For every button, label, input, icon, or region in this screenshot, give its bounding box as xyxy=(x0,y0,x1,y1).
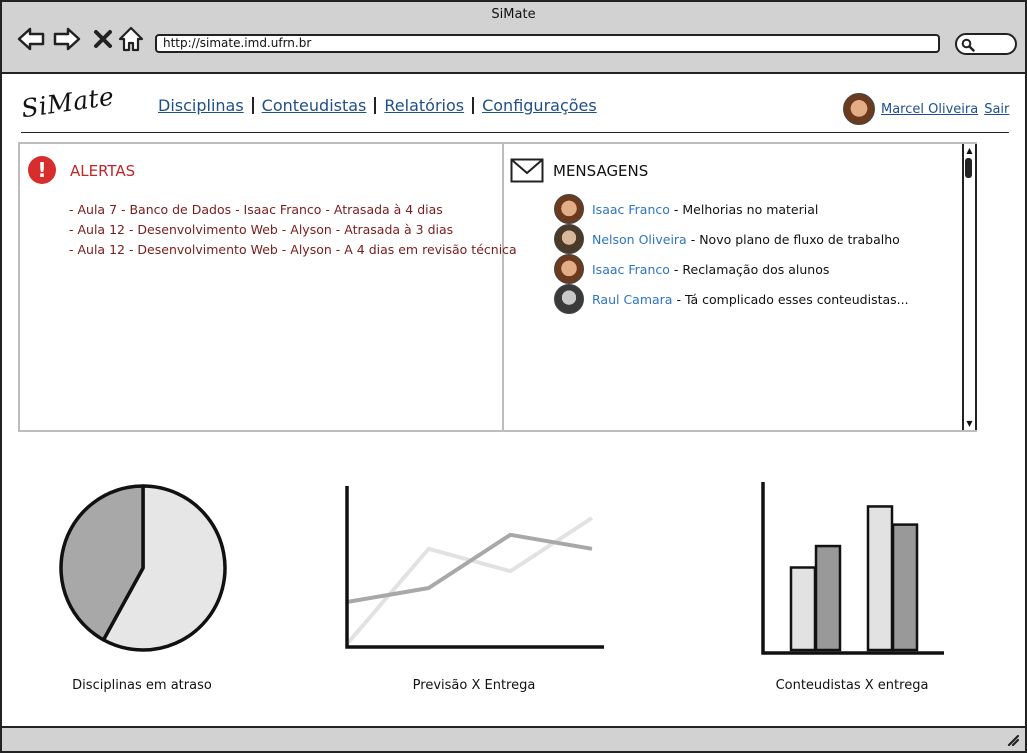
menu-disciplinas[interactable]: Disciplinas xyxy=(158,96,244,115)
messages-panel: MENSAGENS Isaac Franco - Melhorias no ma… xyxy=(506,144,961,430)
close-icon[interactable] xyxy=(88,24,118,54)
menu-separator xyxy=(374,97,377,114)
line-series xyxy=(345,516,594,646)
messages-scrollbar[interactable]: ▲ ▼ xyxy=(962,144,977,430)
line-series xyxy=(346,532,593,604)
resize-grip-icon[interactable] xyxy=(1005,732,1019,746)
alert-item[interactable]: - Aula 12 - Desenvolvimento Web - Alyson… xyxy=(69,240,517,260)
line-chart-axes xyxy=(345,486,604,649)
message-item[interactable]: Nelson Oliveira - Novo plano de fluxo de… xyxy=(554,224,909,254)
alerts-list: - Aula 7 - Banco de Dados - Isaac Franco… xyxy=(69,200,517,260)
alert-item[interactable]: - Aula 12 - Desenvolvimento Web - Alyson… xyxy=(69,220,517,240)
app-logo: SiMate xyxy=(19,81,117,124)
status-bar xyxy=(2,726,1025,751)
home-icon[interactable] xyxy=(116,24,146,54)
sender-name[interactable]: Nelson Oliveira xyxy=(592,232,687,247)
bar xyxy=(891,523,919,652)
scroll-thumb[interactable] xyxy=(965,158,972,178)
header-divider xyxy=(21,132,1009,133)
sender-name[interactable]: Isaac Franco xyxy=(592,202,670,217)
user-avatar[interactable] xyxy=(843,93,875,125)
message-item[interactable]: Raul Camara - Tá complicado esses conteu… xyxy=(554,284,909,314)
back-icon[interactable] xyxy=(16,24,46,54)
bar xyxy=(789,566,817,652)
logout-link[interactable]: Sair xyxy=(984,102,1009,117)
bar xyxy=(814,544,842,652)
window-title: SiMate xyxy=(491,7,536,22)
address-bar[interactable]: http://simate.imd.ufrn.br xyxy=(155,34,940,53)
charts-area xyxy=(59,482,944,655)
message-subject: - Reclamação dos alunos xyxy=(673,261,830,277)
alerts-title: ALERTAS xyxy=(70,162,136,180)
alert-item[interactable]: - Aula 7 - Banco de Dados - Isaac Franco… xyxy=(69,200,517,220)
bar xyxy=(866,505,894,652)
search-icon xyxy=(961,38,975,52)
message-subject: - Melhorias no material xyxy=(673,201,819,217)
message-subject: - Tá complicado esses conteudistas... xyxy=(676,291,909,307)
messages-list: Isaac Franco - Melhorias no material Nel… xyxy=(554,194,909,314)
message-item[interactable]: Isaac Franco - Melhorias no material xyxy=(554,194,909,224)
sender-name[interactable]: Isaac Franco xyxy=(592,262,670,277)
pie-chart-title: Disciplinas em atraso xyxy=(72,678,212,693)
browser-search[interactable] xyxy=(955,33,1017,55)
main-menu: Disciplinas Conteudistas Relatórios Conf… xyxy=(158,96,597,115)
menu-relatorios[interactable]: Relatórios xyxy=(384,96,464,115)
message-subject: - Novo plano de fluxo de trabalho xyxy=(690,231,900,247)
menu-conteudistas[interactable]: Conteudistas xyxy=(262,96,367,115)
title-bar: SiMate http://simate.imd.ufrn.br xyxy=(2,2,1025,74)
message-item[interactable]: Isaac Franco - Reclamação dos alunos xyxy=(554,254,909,284)
alerts-panel: ! ALERTAS - Aula 7 - Banco de Dados - Is… xyxy=(20,144,517,430)
user-name-link[interactable]: Marcel Oliveira xyxy=(881,102,978,117)
line-chart-title: Previsão X Entrega xyxy=(412,678,536,693)
mail-icon xyxy=(510,158,544,183)
sender-name[interactable]: Raul Camara xyxy=(592,292,672,307)
bar-chart-title: Conteudistas X entrega xyxy=(775,678,929,693)
browser-window: SiMate http://simate.imd.ufrn.br SiMate … xyxy=(0,0,1027,753)
menu-separator xyxy=(472,97,475,114)
scroll-down-icon[interactable]: ▼ xyxy=(964,418,975,429)
forward-icon[interactable] xyxy=(52,24,82,54)
sender-avatar xyxy=(554,284,584,314)
menu-separator xyxy=(251,97,254,114)
dashboard-panels: ! ALERTAS - Aula 7 - Banco de Dados - Is… xyxy=(18,142,977,432)
alert-icon: ! xyxy=(28,156,56,184)
sender-avatar xyxy=(554,224,584,254)
user-area: Marcel Oliveira Sair xyxy=(843,93,1009,125)
messages-title: MENSAGENS xyxy=(553,162,649,180)
sender-avatar xyxy=(554,194,584,224)
menu-configuracoes[interactable]: Configurações xyxy=(482,96,597,115)
scroll-up-icon[interactable]: ▲ xyxy=(964,145,975,156)
sender-avatar xyxy=(554,254,584,284)
